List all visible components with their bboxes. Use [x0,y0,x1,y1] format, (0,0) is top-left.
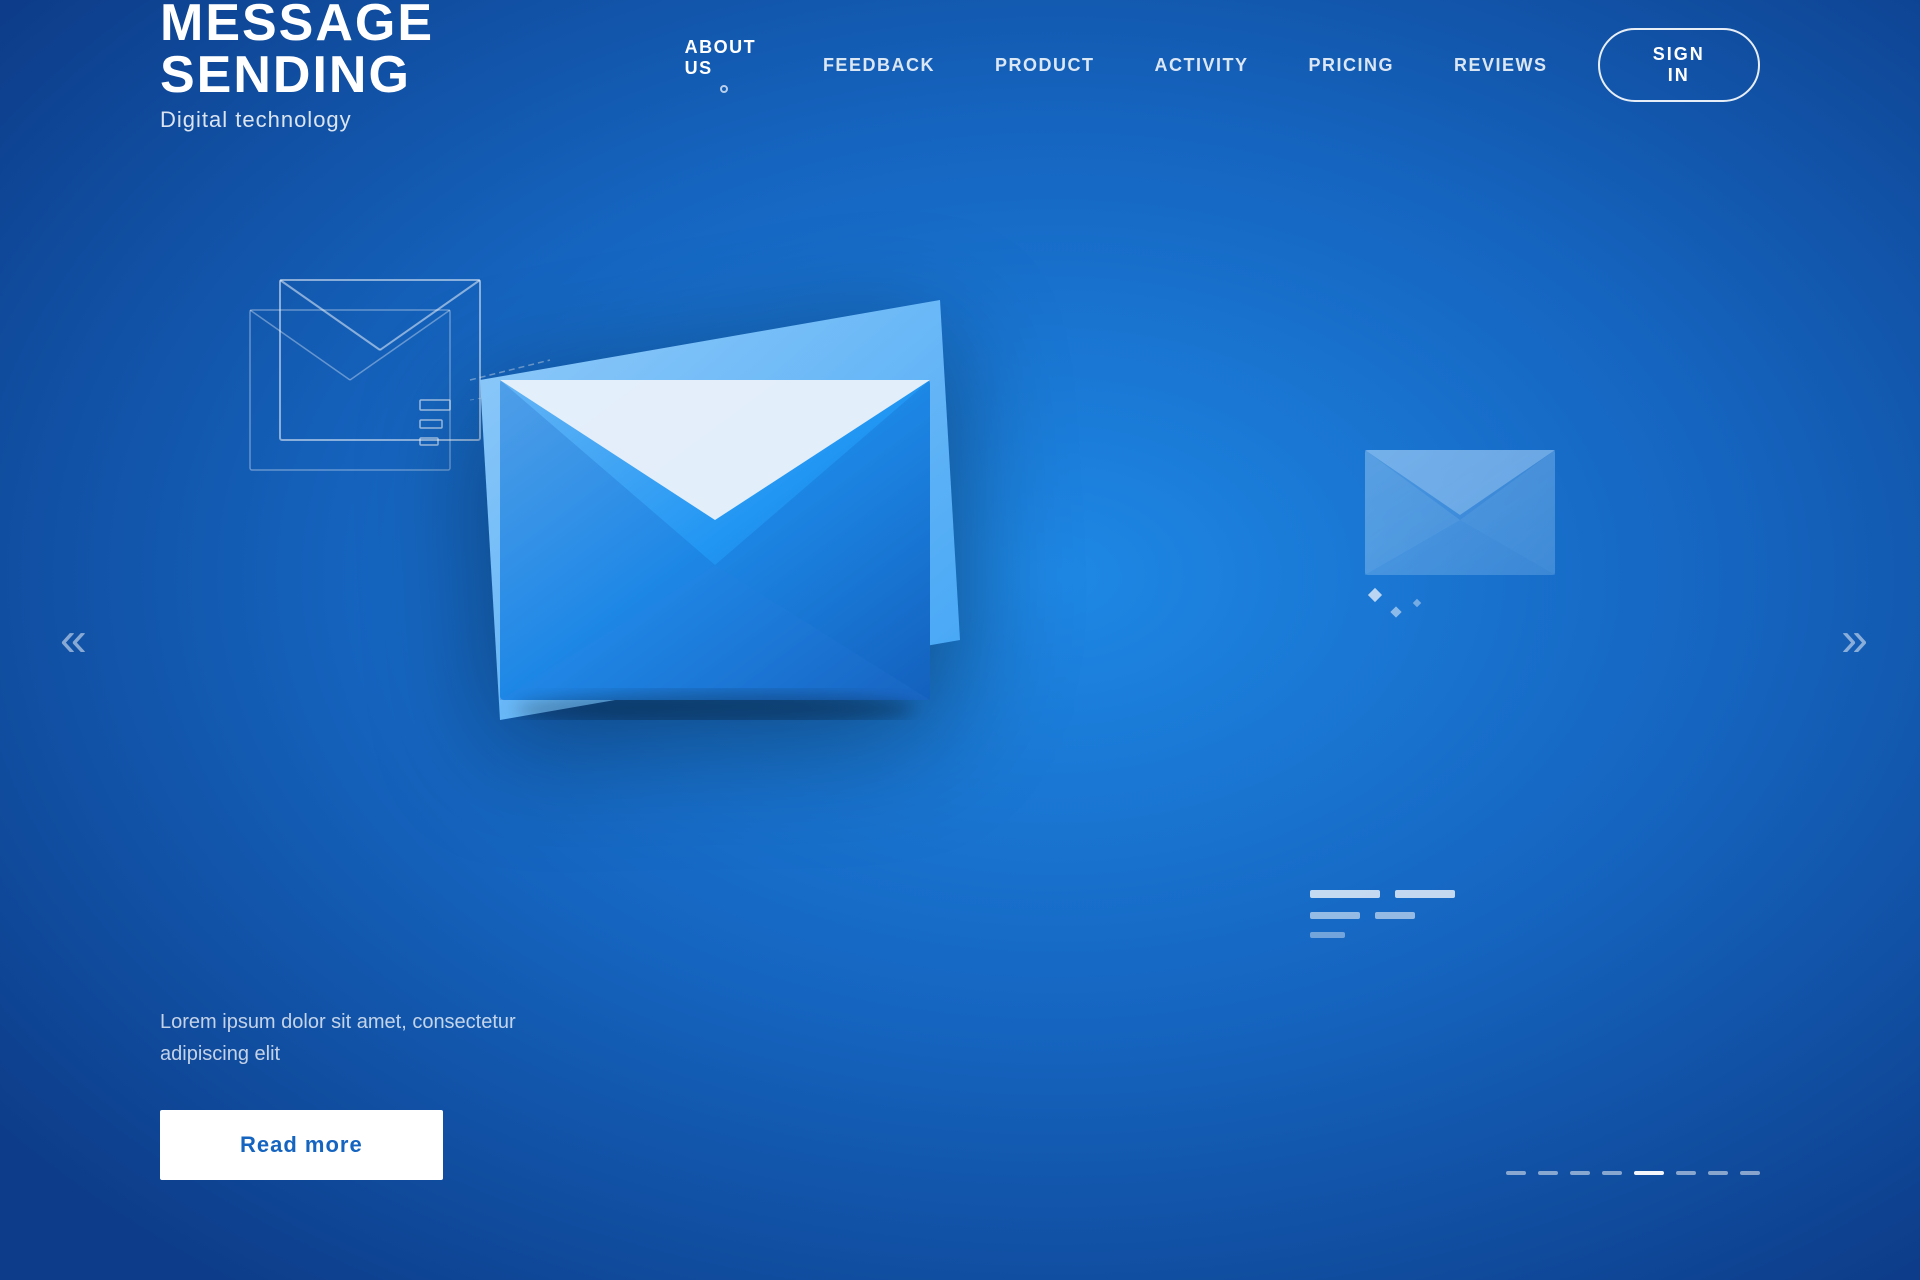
next-arrow[interactable]: » [1841,613,1860,668]
main-envelope-svg [450,220,970,720]
logo-title: MESSAGE SENDING [160,0,685,101]
prev-arrow[interactable]: « [60,613,79,668]
data-lines-svg [1310,890,1470,970]
dash-2 [1538,1171,1558,1175]
dash-7 [1708,1171,1728,1175]
sign-in-button[interactable]: SIGN IN [1598,28,1761,102]
nav-item-pricing: PRICING [1308,55,1394,76]
logo-subtitle: Digital technology [160,107,685,133]
dash-8 [1740,1171,1760,1175]
dash-5 [1634,1171,1664,1175]
bottom-content: Lorem ipsum dolor sit amet, consectetur … [160,1006,516,1180]
dash-6 [1676,1171,1696,1175]
nav-item-feedback: FEEDBACK [823,55,935,76]
dash-1 [1506,1171,1526,1175]
dash-4 [1602,1171,1622,1175]
nav-item-reviews: REVIEWS [1454,55,1548,76]
nav-link-product[interactable]: PRODUCT [995,55,1095,76]
page-wrapper: MESSAGE SENDING Digital technology ABOUT… [0,0,1920,1280]
navbar: MESSAGE SENDING Digital technology ABOUT… [0,0,1920,130]
nav-link-activity[interactable]: ACTIVITY [1154,55,1248,76]
dash-3 [1570,1171,1590,1175]
nav-link-pricing[interactable]: PRICING [1308,55,1394,76]
body-text: Lorem ipsum dolor sit amet, consectetur … [160,1006,516,1070]
nav-item-activity: ACTIVITY [1154,55,1248,76]
nav-item-about: ABOUT US [685,37,763,93]
nav-links: ABOUT US FEEDBACK PRODUCT ACTIVITY PRICI… [685,37,1548,93]
nav-link-reviews[interactable]: REVIEWS [1454,55,1548,76]
logo-area: MESSAGE SENDING Digital technology [160,0,685,133]
nav-item-product: PRODUCT [995,55,1095,76]
nav-link-feedback[interactable]: FEEDBACK [823,55,935,76]
nav-dot-about [720,85,728,93]
read-more-button[interactable]: Read more [160,1110,443,1180]
small-envelope-svg [1360,390,1560,580]
pagination-dashes [1506,1171,1760,1175]
nav-link-about[interactable]: ABOUT US [685,37,763,79]
